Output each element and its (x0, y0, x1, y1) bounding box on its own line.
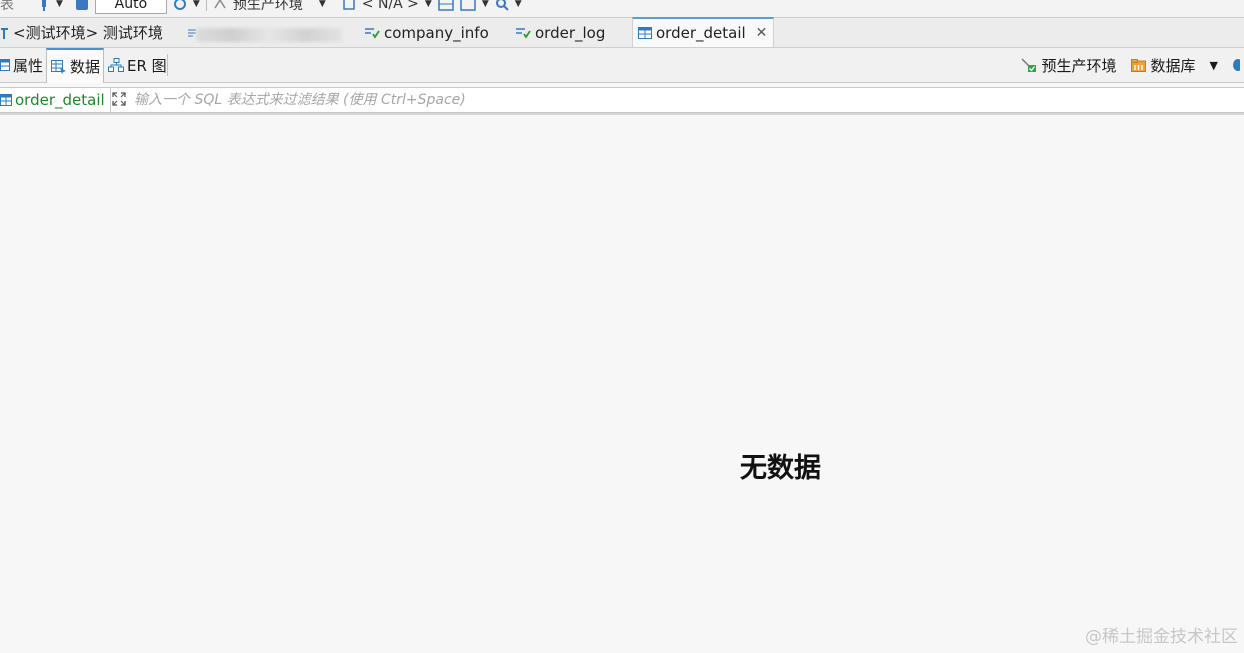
object-editor-tabs: 属性 数据 ER 图 预生产环境 数据库 ▼ (0, 48, 1244, 83)
tab-separator (167, 54, 168, 76)
grid-icon[interactable] (438, 0, 454, 11)
database-label: 数据库 (1150, 56, 1196, 75)
database-icon (1130, 58, 1146, 72)
active-connection-selector[interactable]: 预生产环境 (1020, 55, 1117, 76)
er-diagram-icon (108, 58, 124, 72)
toolbar-separator (205, 0, 207, 11)
filter-expression-input[interactable] (134, 88, 1234, 112)
toolbar-env-label[interactable]: 预生产环境 (233, 0, 303, 14)
tab-label: ER 图 (127, 56, 167, 75)
filter-divider (0, 113, 1244, 115)
tab-order-detail[interactable]: order_detail ✕ (632, 17, 775, 47)
database-selector[interactable]: 数据库 (1130, 55, 1196, 76)
toolbar-left-label: 表 (0, 0, 14, 13)
tab-label: 数据 (70, 58, 101, 76)
commit-icon[interactable] (75, 0, 89, 11)
tab-label: order_detail (656, 24, 746, 42)
right-toolbar: 预生产环境 数据库 ▼ (1020, 48, 1244, 82)
connection-icon (213, 0, 227, 10)
connection-label: 预生产环境 (1041, 56, 1117, 75)
toolbar-schema-label[interactable]: < N/A > (362, 0, 419, 12)
properties-icon (0, 59, 10, 71)
chevron-down-icon[interactable]: ▼ (56, 0, 63, 9)
expand-icon[interactable] (111, 91, 127, 107)
history-icon[interactable] (173, 0, 187, 11)
transaction-mode-combo[interactable]: Auto (94, 0, 167, 14)
chevron-down-icon[interactable]: ▼ (482, 0, 489, 9)
tab-label: 属性 (13, 56, 44, 75)
results-grid[interactable]: 无数据 @稀土掘金技术社区 (0, 116, 1244, 653)
tab-label: order_log (535, 23, 606, 42)
chevron-down-icon[interactable]: ▼ (1210, 59, 1218, 72)
filter-bar: order_detail (0, 87, 1244, 113)
tab-label: company_info (384, 23, 489, 42)
schema-icon (0, 26, 9, 40)
watermark: @稀土掘金技术社区 (1085, 627, 1238, 647)
table-icon (638, 27, 652, 39)
chevron-down-icon[interactable]: ▼ (319, 0, 326, 9)
filter-table-label[interactable]: order_detail (0, 88, 111, 112)
chevron-down-icon[interactable]: ▼ (425, 0, 432, 9)
data-grid-icon (51, 59, 67, 74)
tab-test-env[interactable]: <测试环境> 测试环境 (0, 18, 163, 47)
pin-icon[interactable] (38, 0, 50, 11)
empty-message: 无数据 (740, 453, 821, 484)
filter-table-name: order_detail (15, 91, 105, 109)
panel-icon[interactable] (460, 0, 476, 11)
tab-company-info[interactable]: company_info (364, 18, 489, 47)
sql-editor-icon (515, 27, 531, 39)
schema-icon (342, 0, 356, 11)
tab-data[interactable]: 数据 (46, 48, 105, 83)
tab-label: <测试环境> 测试环境 (13, 24, 163, 42)
table-icon (0, 94, 12, 106)
search-icon[interactable] (495, 0, 509, 11)
tab-order-log[interactable]: order_log (515, 18, 605, 47)
connection-icon (1020, 57, 1037, 73)
tab-properties[interactable]: 属性 (0, 48, 43, 82)
blurred-tab-label (196, 28, 342, 42)
tab-er-diagram[interactable]: ER 图 (108, 48, 167, 82)
editor-tab-bar: <测试环境> 测试环境 company_info order_log order… (0, 17, 1244, 48)
chevron-down-icon[interactable]: ▼ (515, 0, 522, 9)
chevron-down-icon[interactable]: ▼ (193, 0, 200, 9)
close-icon[interactable]: ✕ (756, 25, 768, 41)
sql-editor-icon (364, 27, 380, 39)
main-toolbar: 表 ▼ Auto ▼ 预生产环境 ▼ < N/A > ▼ ▼ ▼ (0, 0, 1244, 18)
sql-console-icon[interactable] (1232, 58, 1240, 72)
